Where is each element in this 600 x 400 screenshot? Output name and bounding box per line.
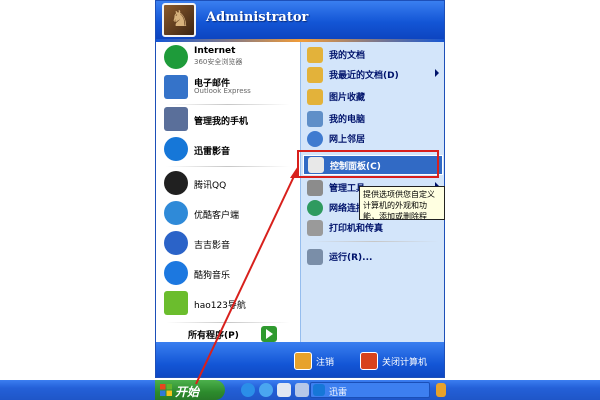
programs-pane: Internet 360安全浏览器 电子邮件 Outlook Express 管… — [156, 42, 300, 342]
control-panel-tooltip: 提供选项供您自定义计算机的外观和功能，添加或删除程序，设置网络连接和用户帐户。 — [359, 186, 445, 220]
submenu-arrow-icon — [435, 69, 439, 77]
user-name: Administrator — [206, 10, 309, 25]
places-separator — [309, 241, 439, 242]
logoff-label: 注销 — [316, 358, 335, 368]
recent-item-youku[interactable]: 优酷客户端 — [162, 200, 298, 228]
phone-manager-icon — [164, 107, 188, 131]
email-icon — [164, 75, 188, 99]
xunlei-task-icon — [313, 384, 325, 396]
pinned-separator — [166, 104, 290, 105]
pinned-item-email[interactable]: 电子邮件 Outlook Express — [162, 74, 298, 102]
recent-item-label: 管理我的手机 — [194, 117, 249, 127]
recent-item-label: 优酷客户端 — [194, 211, 240, 221]
recent-item-hao123[interactable]: hao123导航 — [162, 290, 298, 318]
my-documents-icon — [307, 47, 323, 63]
all-programs-button[interactable]: 所有程序(P) — [186, 326, 296, 342]
start-menu-header: ♞ Administrator — [156, 1, 444, 39]
pinned-item-subtitle: Outlook Express — [194, 87, 251, 95]
jijiyingyin-icon — [164, 231, 188, 255]
place-my-pictures[interactable]: 图片收藏 — [305, 88, 443, 106]
start-button[interactable]: 开始 — [155, 380, 225, 400]
quick-launch-ie-icon[interactable] — [259, 383, 273, 397]
pinned-item-internet[interactable]: Internet 360安全浏览器 — [162, 44, 298, 72]
pinned-item-title: Internet — [194, 46, 236, 56]
power-icon — [360, 352, 378, 370]
network-connections-icon — [307, 200, 323, 216]
my-pictures-icon — [307, 89, 323, 105]
recent-item-phone-manager[interactable]: 管理我的手机 — [162, 106, 298, 134]
place-printers[interactable]: 打印机和传真 — [305, 219, 443, 237]
shutdown-label: 关闭计算机 — [382, 358, 428, 368]
my-computer-icon — [307, 111, 323, 127]
admin-tools-icon — [307, 180, 323, 196]
network-places-icon — [307, 131, 323, 147]
xunlei-icon — [164, 137, 188, 161]
kugou-icon — [164, 261, 188, 285]
start-menu-footer: 注销 关闭计算机 — [156, 342, 444, 377]
place-label: 图片收藏 — [329, 93, 366, 103]
taskbar: 迅雷 — [0, 380, 600, 400]
place-run[interactable]: 运行(R)... — [305, 248, 443, 266]
recent-item-jijiyingyin[interactable]: 吉吉影音 — [162, 230, 298, 258]
shutdown-button[interactable]: 关闭计算机 — [360, 352, 444, 370]
quick-launch-desktop-icon[interactable] — [277, 383, 291, 397]
place-recent-documents[interactable]: 我最近的文档(D) — [305, 66, 443, 84]
recent-item-qq[interactable]: 腾讯QQ — [162, 170, 298, 198]
recent-item-label: 腾讯QQ — [194, 181, 227, 191]
arrow-right-icon — [261, 326, 277, 342]
start-label: 开始 — [175, 385, 200, 399]
recent-item-label: hao123导航 — [194, 301, 246, 311]
youku-icon — [164, 201, 188, 225]
tray-icon[interactable] — [436, 383, 446, 397]
place-label: 我的电脑 — [329, 115, 366, 125]
internet-icon — [164, 45, 188, 69]
pinned-item-subtitle: 360安全浏览器 — [194, 58, 243, 66]
logoff-icon — [294, 352, 312, 370]
place-my-computer[interactable]: 我的电脑 — [305, 110, 443, 128]
place-label: 我最近的文档(D) — [329, 71, 399, 81]
place-my-documents[interactable]: 我的文档 — [305, 46, 443, 64]
chess-knight-icon: ♞ — [170, 7, 190, 32]
place-label: 我的文档 — [329, 51, 366, 61]
all-programs-separator — [166, 322, 290, 323]
recent-item-xunlei[interactable]: 迅雷影音 — [162, 136, 298, 164]
all-programs-label: 所有程序(P) — [188, 331, 239, 341]
printers-icon — [307, 220, 323, 236]
recent-item-label: 迅雷影音 — [194, 147, 231, 157]
hao123-icon — [164, 291, 188, 315]
logoff-button[interactable]: 注销 — [294, 352, 350, 370]
quick-launch-media-icon[interactable] — [295, 383, 309, 397]
place-label: 网上邻居 — [329, 135, 366, 145]
recent-item-label: 吉吉影音 — [194, 241, 231, 251]
taskbar-item-xunlei[interactable]: 迅雷 — [310, 382, 430, 398]
annotation-highlight-box — [297, 150, 439, 178]
recent-documents-icon — [307, 67, 323, 83]
recent-item-kugou[interactable]: 酷狗音乐 — [162, 260, 298, 288]
recent-item-label: 酷狗音乐 — [194, 271, 231, 281]
taskbar-item-label: 迅雷 — [329, 388, 348, 398]
place-label: 打印机和传真 — [329, 224, 384, 234]
place-label: 运行(R)... — [329, 253, 373, 263]
recent-separator — [166, 166, 290, 167]
quick-launch-360-icon[interactable] — [241, 383, 255, 397]
place-network-places[interactable]: 网上邻居 — [305, 130, 443, 148]
run-icon — [307, 249, 323, 265]
qq-icon — [164, 171, 188, 195]
windows-flag-icon — [160, 384, 172, 396]
user-avatar[interactable]: ♞ — [162, 3, 196, 37]
